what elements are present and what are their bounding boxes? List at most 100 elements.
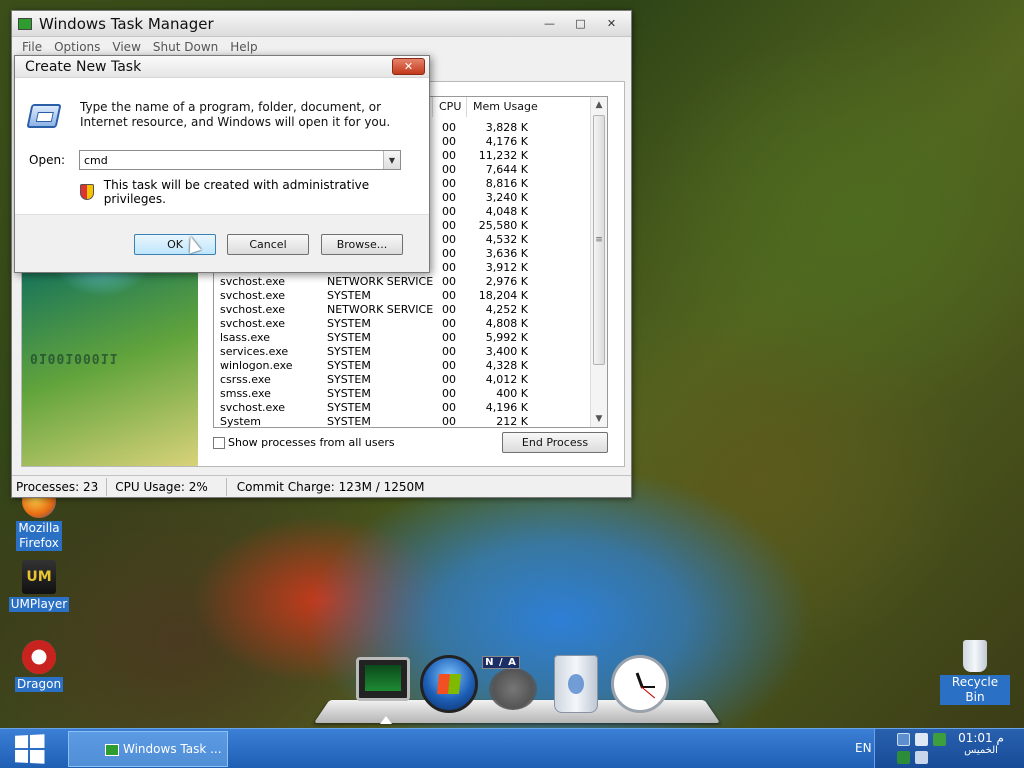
- desktop-icon-label: Dragon: [14, 677, 64, 692]
- decorative-digits: 0100100011: [30, 350, 119, 365]
- scroll-up-arrow-icon[interactable]: ▲: [591, 97, 607, 113]
- windows-logo-icon: [15, 734, 45, 764]
- process-cpu: 00: [442, 401, 456, 414]
- end-process-button[interactable]: End Process: [502, 432, 608, 453]
- menu-view[interactable]: View: [112, 40, 140, 54]
- table-row[interactable]: csrss.exe SYSTEM 00 4,012 K: [214, 373, 592, 387]
- display-icon[interactable]: [915, 751, 928, 764]
- status-commit: Commit Charge: 123M / 1250M: [236, 479, 425, 494]
- process-user: SYSTEM: [327, 317, 371, 330]
- process-mem: 11,232 K: [478, 149, 528, 162]
- shield-icon: [80, 184, 94, 200]
- dialog-button-row: OK Cancel Browse...: [15, 214, 429, 272]
- tray-clock[interactable]: 01:01 م الخميس: [955, 731, 1007, 756]
- process-mem: 18,204 K: [478, 289, 528, 302]
- process-mem: 3,636 K: [485, 247, 528, 260]
- process-user: SYSTEM: [327, 331, 371, 344]
- column-header-mem[interactable]: Mem Usage: [466, 97, 538, 117]
- column-header-cpu[interactable]: CPU: [432, 97, 466, 117]
- process-user: NETWORK SERVICE: [327, 303, 434, 316]
- desktop-icon-dragon[interactable]: Dragon: [4, 640, 74, 692]
- status-processes: Processes: 23: [12, 477, 108, 496]
- process-mem: 4,048 K: [485, 205, 528, 218]
- process-cpu: 00: [442, 177, 456, 190]
- menu-file[interactable]: File: [22, 40, 42, 54]
- table-row[interactable]: smss.exe SYSTEM 00 400 K: [214, 387, 592, 401]
- process-name: lsass.exe: [220, 331, 270, 344]
- process-cpu: 00: [442, 121, 456, 134]
- window-controls: — □ ✕: [536, 15, 625, 32]
- desktop-icon-label: Mozilla Firefox: [16, 521, 62, 551]
- process-name: services.exe: [220, 345, 289, 358]
- desktop-icon-umplayer[interactable]: UM UMPlayer: [4, 560, 74, 612]
- process-mem: 3,400 K: [485, 345, 528, 358]
- clock-day: الخميس: [964, 745, 998, 756]
- tray-window-icon[interactable]: [897, 733, 910, 746]
- menu-bar: File Options View Shut Down Help: [12, 37, 631, 57]
- maximize-button[interactable]: □: [567, 15, 594, 32]
- process-mem: 212 K: [496, 415, 528, 428]
- admin-note-text: This task will be created with administr…: [103, 178, 370, 206]
- process-name: svchost.exe: [220, 275, 286, 288]
- process-cpu: 00: [442, 289, 456, 302]
- process-name: csrss.exe: [220, 373, 271, 386]
- open-label: Open:: [29, 153, 66, 167]
- table-row[interactable]: System SYSTEM 00 212 K: [214, 415, 592, 428]
- process-list-scrollbar[interactable]: ▲ ≡ ▼: [590, 97, 607, 427]
- process-mem: 4,252 K: [485, 303, 528, 316]
- security-check-icon[interactable]: [933, 733, 946, 746]
- dragon-icon: [22, 640, 56, 674]
- close-button[interactable]: ✕: [598, 15, 625, 32]
- scroll-thumb[interactable]: ≡: [593, 115, 605, 365]
- table-row[interactable]: svchost.exe SYSTEM 00 4,808 K: [214, 317, 592, 331]
- table-row[interactable]: lsass.exe SYSTEM 00 5,992 K: [214, 331, 592, 345]
- table-row[interactable]: services.exe SYSTEM 00 3,400 K: [214, 345, 592, 359]
- table-row[interactable]: svchost.exe SYSTEM 00 18,204 K: [214, 289, 592, 303]
- dialog-description: Type the name of a program, folder, docu…: [80, 100, 391, 129]
- taskbar: Windows Task ... EN 01:01 م الخميس: [0, 728, 1024, 768]
- process-cpu: 00: [442, 415, 456, 428]
- minimize-button[interactable]: —: [536, 15, 563, 32]
- scroll-down-arrow-icon[interactable]: ▼: [591, 411, 607, 427]
- run-icon: [26, 104, 62, 128]
- table-row[interactable]: svchost.exe SYSTEM 00 4,196 K: [214, 401, 592, 415]
- windows-flag-icon: [436, 674, 462, 694]
- dock-active-indicator: [380, 716, 392, 724]
- chevron-down-icon[interactable]: ▼: [383, 151, 400, 169]
- menu-shut-down[interactable]: Shut Down: [153, 40, 218, 54]
- desktop-icon-recycle-bin[interactable]: Recycle Bin: [940, 640, 1010, 705]
- start-button[interactable]: [0, 729, 58, 768]
- cancel-button[interactable]: Cancel: [227, 234, 309, 255]
- process-name: svchost.exe: [220, 303, 286, 316]
- speaker-icon[interactable]: [915, 733, 928, 746]
- process-user: SYSTEM: [327, 401, 371, 414]
- browse-button[interactable]: Browse...: [321, 234, 403, 255]
- window-title: Windows Task Manager: [39, 14, 214, 33]
- menu-options[interactable]: Options: [54, 40, 100, 54]
- network-icon[interactable]: [897, 751, 910, 764]
- recycle-bin-icon: [963, 640, 987, 672]
- table-row[interactable]: winlogon.exe SYSTEM 00 4,328 K: [214, 359, 592, 373]
- dock-gear-icon[interactable]: [489, 668, 537, 710]
- process-cpu: 00: [442, 387, 456, 400]
- open-input[interactable]: cmd ▼: [79, 150, 401, 170]
- dock-clock-icon[interactable]: [611, 655, 669, 713]
- language-indicator[interactable]: EN: [855, 741, 872, 755]
- dock-na-badge: N / A: [482, 656, 520, 669]
- dialog-title[interactable]: Create New Task: [15, 56, 429, 78]
- checkbox-box[interactable]: [213, 436, 225, 449]
- process-cpu: 00: [442, 331, 456, 344]
- dock-system-monitor-icon[interactable]: [356, 657, 410, 701]
- dock-recycle-bin-icon[interactable]: [554, 655, 598, 713]
- menu-help[interactable]: Help: [230, 40, 257, 54]
- process-user: NETWORK SERVICE: [327, 275, 434, 288]
- dock-start-orb-icon[interactable]: [420, 655, 478, 713]
- taskbar-item-task-manager[interactable]: Windows Task ...: [68, 731, 228, 767]
- dialog-close-button[interactable]: ✕: [392, 58, 425, 75]
- table-row[interactable]: svchost.exe NETWORK SERVICE 00 2,976 K: [214, 275, 592, 289]
- show-all-processes-checkbox[interactable]: Show processes from all users: [213, 436, 395, 449]
- table-row[interactable]: svchost.exe NETWORK SERVICE 00 4,252 K: [214, 303, 592, 317]
- ok-button[interactable]: OK: [134, 234, 216, 255]
- process-cpu: 00: [442, 233, 456, 246]
- process-user: SYSTEM: [327, 345, 371, 358]
